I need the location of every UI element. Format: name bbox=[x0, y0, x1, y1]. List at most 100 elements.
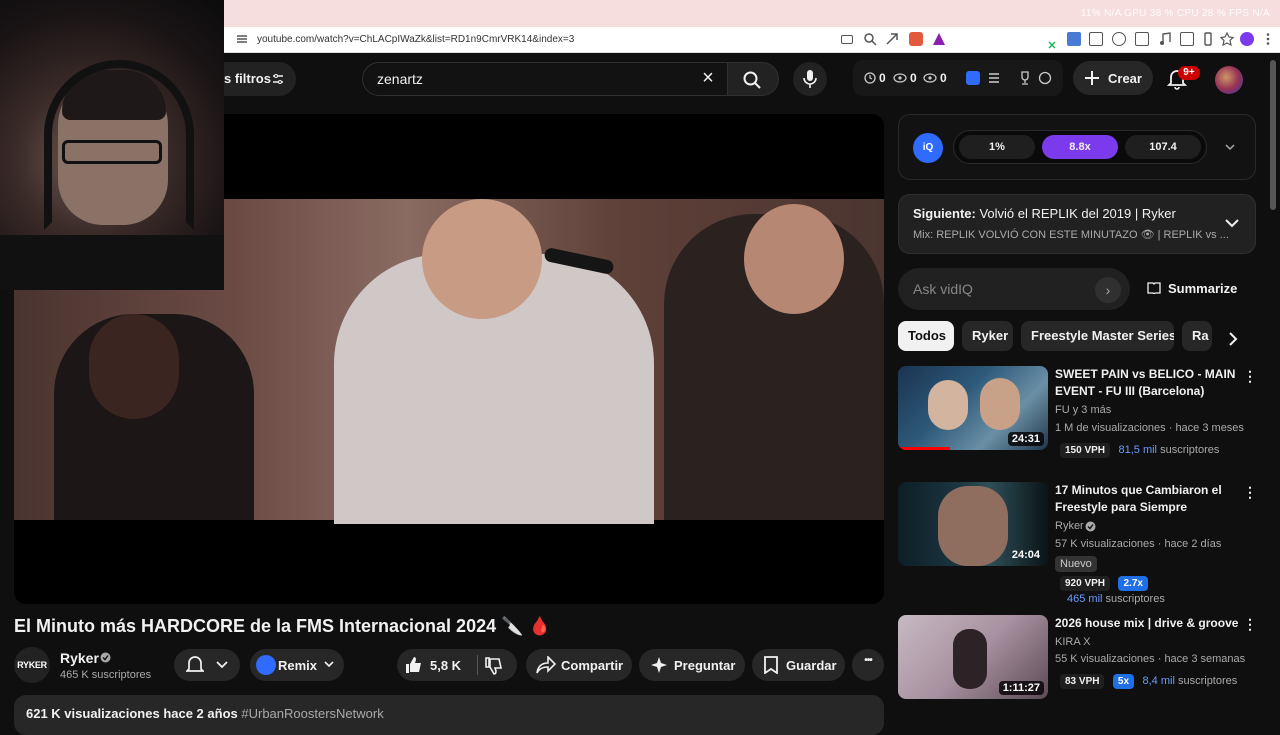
chevron-down-icon bbox=[324, 661, 334, 668]
rec-meta: 55 K visualizaciones · hace 3 semanas bbox=[1055, 653, 1246, 665]
channel-avatar[interactable]: RYKER bbox=[14, 647, 50, 683]
rec-meta: 1 M de visualizaciones · hace 3 meses bbox=[1055, 422, 1244, 434]
rec-more-icon[interactable]: ⋮ bbox=[1243, 616, 1257, 634]
rec-channel[interactable]: KIRA X bbox=[1055, 636, 1090, 648]
trophy-icon[interactable] bbox=[1018, 71, 1032, 85]
book-icon bbox=[1147, 282, 1161, 294]
rec-subscribers: 8,4 mil suscriptores bbox=[1143, 675, 1238, 687]
subscribe-bell-button[interactable] bbox=[174, 649, 240, 681]
thumb-face bbox=[980, 378, 1020, 430]
install-app-icon[interactable] bbox=[841, 35, 853, 44]
new-badge: Nuevo bbox=[1055, 556, 1097, 572]
webcam-headset bbox=[44, 60, 194, 230]
share-page-icon[interactable] bbox=[885, 32, 899, 46]
brave-shield-icon[interactable] bbox=[909, 32, 923, 46]
chip-todos[interactable]: Todos bbox=[898, 321, 954, 351]
extensions-icon[interactable] bbox=[1089, 32, 1103, 46]
vidiq-score-pill[interactable]: 1% bbox=[959, 135, 1035, 159]
watch-progress-bar bbox=[898, 447, 950, 450]
chevron-right-icon[interactable] bbox=[1228, 332, 1238, 346]
rec-duration: 24:31 bbox=[1007, 432, 1044, 446]
vidiq-logo[interactable]: iQ bbox=[913, 133, 943, 163]
sync-icon[interactable] bbox=[1112, 32, 1126, 46]
more-actions-button[interactable]: ••• bbox=[852, 649, 884, 681]
summarize-button[interactable]: Summarize bbox=[1168, 281, 1237, 296]
warning-icon[interactable] bbox=[932, 32, 946, 46]
zoom-icon[interactable] bbox=[863, 32, 877, 46]
rec-thumbnail[interactable]: 24:31 bbox=[898, 366, 1048, 450]
rec-duration: 1:11:27 bbox=[998, 681, 1044, 695]
bell-icon bbox=[186, 656, 204, 672]
up-next-label: Siguiente: bbox=[913, 206, 976, 221]
vidiq-score-pill[interactable]: 107.4 bbox=[1125, 135, 1201, 159]
rec-title[interactable]: SWEET PAIN vs BELICO - MAIN EVENT - FU I… bbox=[1055, 366, 1240, 400]
thumb-face bbox=[938, 486, 1008, 566]
translate-icon[interactable] bbox=[1067, 32, 1081, 46]
tab-groups-icon[interactable] bbox=[1180, 32, 1194, 46]
channel-name[interactable]: Ryker bbox=[60, 650, 99, 666]
description-meta: 621 K visualizaciones hace 2 años #Urban… bbox=[26, 706, 384, 721]
chevron-down-icon[interactable] bbox=[1225, 219, 1239, 228]
rec-subscribers: 81,5 mil suscriptores bbox=[1118, 444, 1219, 456]
chevron-down-icon[interactable] bbox=[1225, 144, 1235, 151]
vidiq-score-pill[interactable]: 8.8x bbox=[1042, 135, 1118, 159]
like-icon[interactable] bbox=[404, 655, 424, 675]
vph-badge: 83 VPH bbox=[1060, 674, 1105, 689]
list-icon[interactable] bbox=[988, 72, 1000, 84]
voice-search-button[interactable] bbox=[793, 62, 827, 96]
channel-subscribers: 465 K suscriptores bbox=[60, 669, 152, 681]
rec-title[interactable]: 2026 house mix | drive & groove bbox=[1055, 615, 1240, 632]
share-icon bbox=[536, 656, 556, 674]
extension-x-icon[interactable] bbox=[1048, 36, 1056, 49]
rec-thumbnail[interactable]: 24:04 bbox=[898, 482, 1048, 566]
profile-extension-icon[interactable] bbox=[1240, 32, 1254, 46]
search-button[interactable] bbox=[727, 62, 779, 96]
send-icon[interactable]: › bbox=[1095, 277, 1121, 303]
rec-more-icon[interactable]: ⋮ bbox=[1243, 484, 1257, 502]
chip-ryker[interactable]: Ryker bbox=[962, 321, 1013, 351]
chip-freestyle-master-series[interactable]: Freestyle Master Series bbox=[1021, 321, 1174, 351]
chip-ra[interactable]: Ra bbox=[1182, 321, 1212, 351]
video-title: El Minuto más HARDCORE de la FMS Interna… bbox=[14, 616, 551, 636]
search-icon bbox=[743, 71, 761, 89]
hashtag-link[interactable]: #UrbanRoostersNetwork bbox=[241, 706, 383, 721]
rec-more-icon[interactable]: ⋮ bbox=[1243, 368, 1257, 386]
vidiq-stat-1: 0 bbox=[879, 71, 886, 85]
dislike-icon[interactable] bbox=[484, 656, 504, 676]
microphone-icon bbox=[803, 70, 817, 88]
webcam-shirt bbox=[0, 235, 224, 290]
bookmark-icon[interactable] bbox=[1219, 31, 1235, 47]
rec-channel[interactable]: FU y 3 más bbox=[1055, 404, 1111, 416]
browser-menu-icon[interactable] bbox=[1261, 32, 1275, 46]
rec-subs-number: 465 mil bbox=[1067, 593, 1103, 605]
mobile-icon[interactable] bbox=[1201, 32, 1215, 46]
verified-icon bbox=[1085, 521, 1096, 532]
rec-meta: 57 K visualizaciones · hace 2 días bbox=[1055, 538, 1222, 550]
site-info-icon[interactable] bbox=[236, 33, 248, 45]
thumb-figure bbox=[953, 629, 987, 689]
url-text[interactable]: youtube.com/watch?v=ChLACpIWaZk&list=RD1… bbox=[257, 34, 574, 45]
music-icon[interactable] bbox=[1158, 32, 1172, 46]
rec-title[interactable]: 17 Minutos que Cambiaron el Freestyle pa… bbox=[1055, 482, 1240, 516]
thumb-face bbox=[928, 380, 968, 430]
rec-thumbnail[interactable]: 1:11:27 bbox=[898, 615, 1048, 699]
eye-icon bbox=[893, 73, 907, 83]
rec-subs-label: suscriptores bbox=[1160, 444, 1220, 456]
webcam-overlay bbox=[0, 0, 224, 290]
vidiq-icon[interactable] bbox=[966, 71, 980, 85]
share-label: Compartir bbox=[561, 658, 624, 673]
rec-channel[interactable]: Ryker bbox=[1055, 520, 1084, 532]
reading-list-icon[interactable] bbox=[1135, 32, 1149, 46]
like-count[interactable]: 5,8 K bbox=[430, 658, 461, 673]
account-avatar[interactable] bbox=[1215, 66, 1243, 94]
sliders-icon bbox=[273, 74, 283, 84]
rec-subs-label: suscriptores bbox=[1105, 593, 1165, 605]
up-next-playlist: Mix: REPLIK VOLVIÓ CON ESTE MINUTAZO 👁 |… bbox=[913, 229, 1229, 241]
rec-subscribers: 465 mil suscriptores bbox=[1067, 593, 1165, 605]
up-next-title: Siguiente: Volvió el REPLIK del 2019 | R… bbox=[913, 206, 1176, 221]
up-next-box[interactable] bbox=[898, 194, 1256, 254]
clear-search-icon[interactable]: × bbox=[696, 66, 720, 90]
create-label: Crear bbox=[1108, 71, 1142, 86]
chat-icon[interactable] bbox=[1038, 71, 1052, 85]
page-scrollbar[interactable] bbox=[1270, 60, 1276, 210]
